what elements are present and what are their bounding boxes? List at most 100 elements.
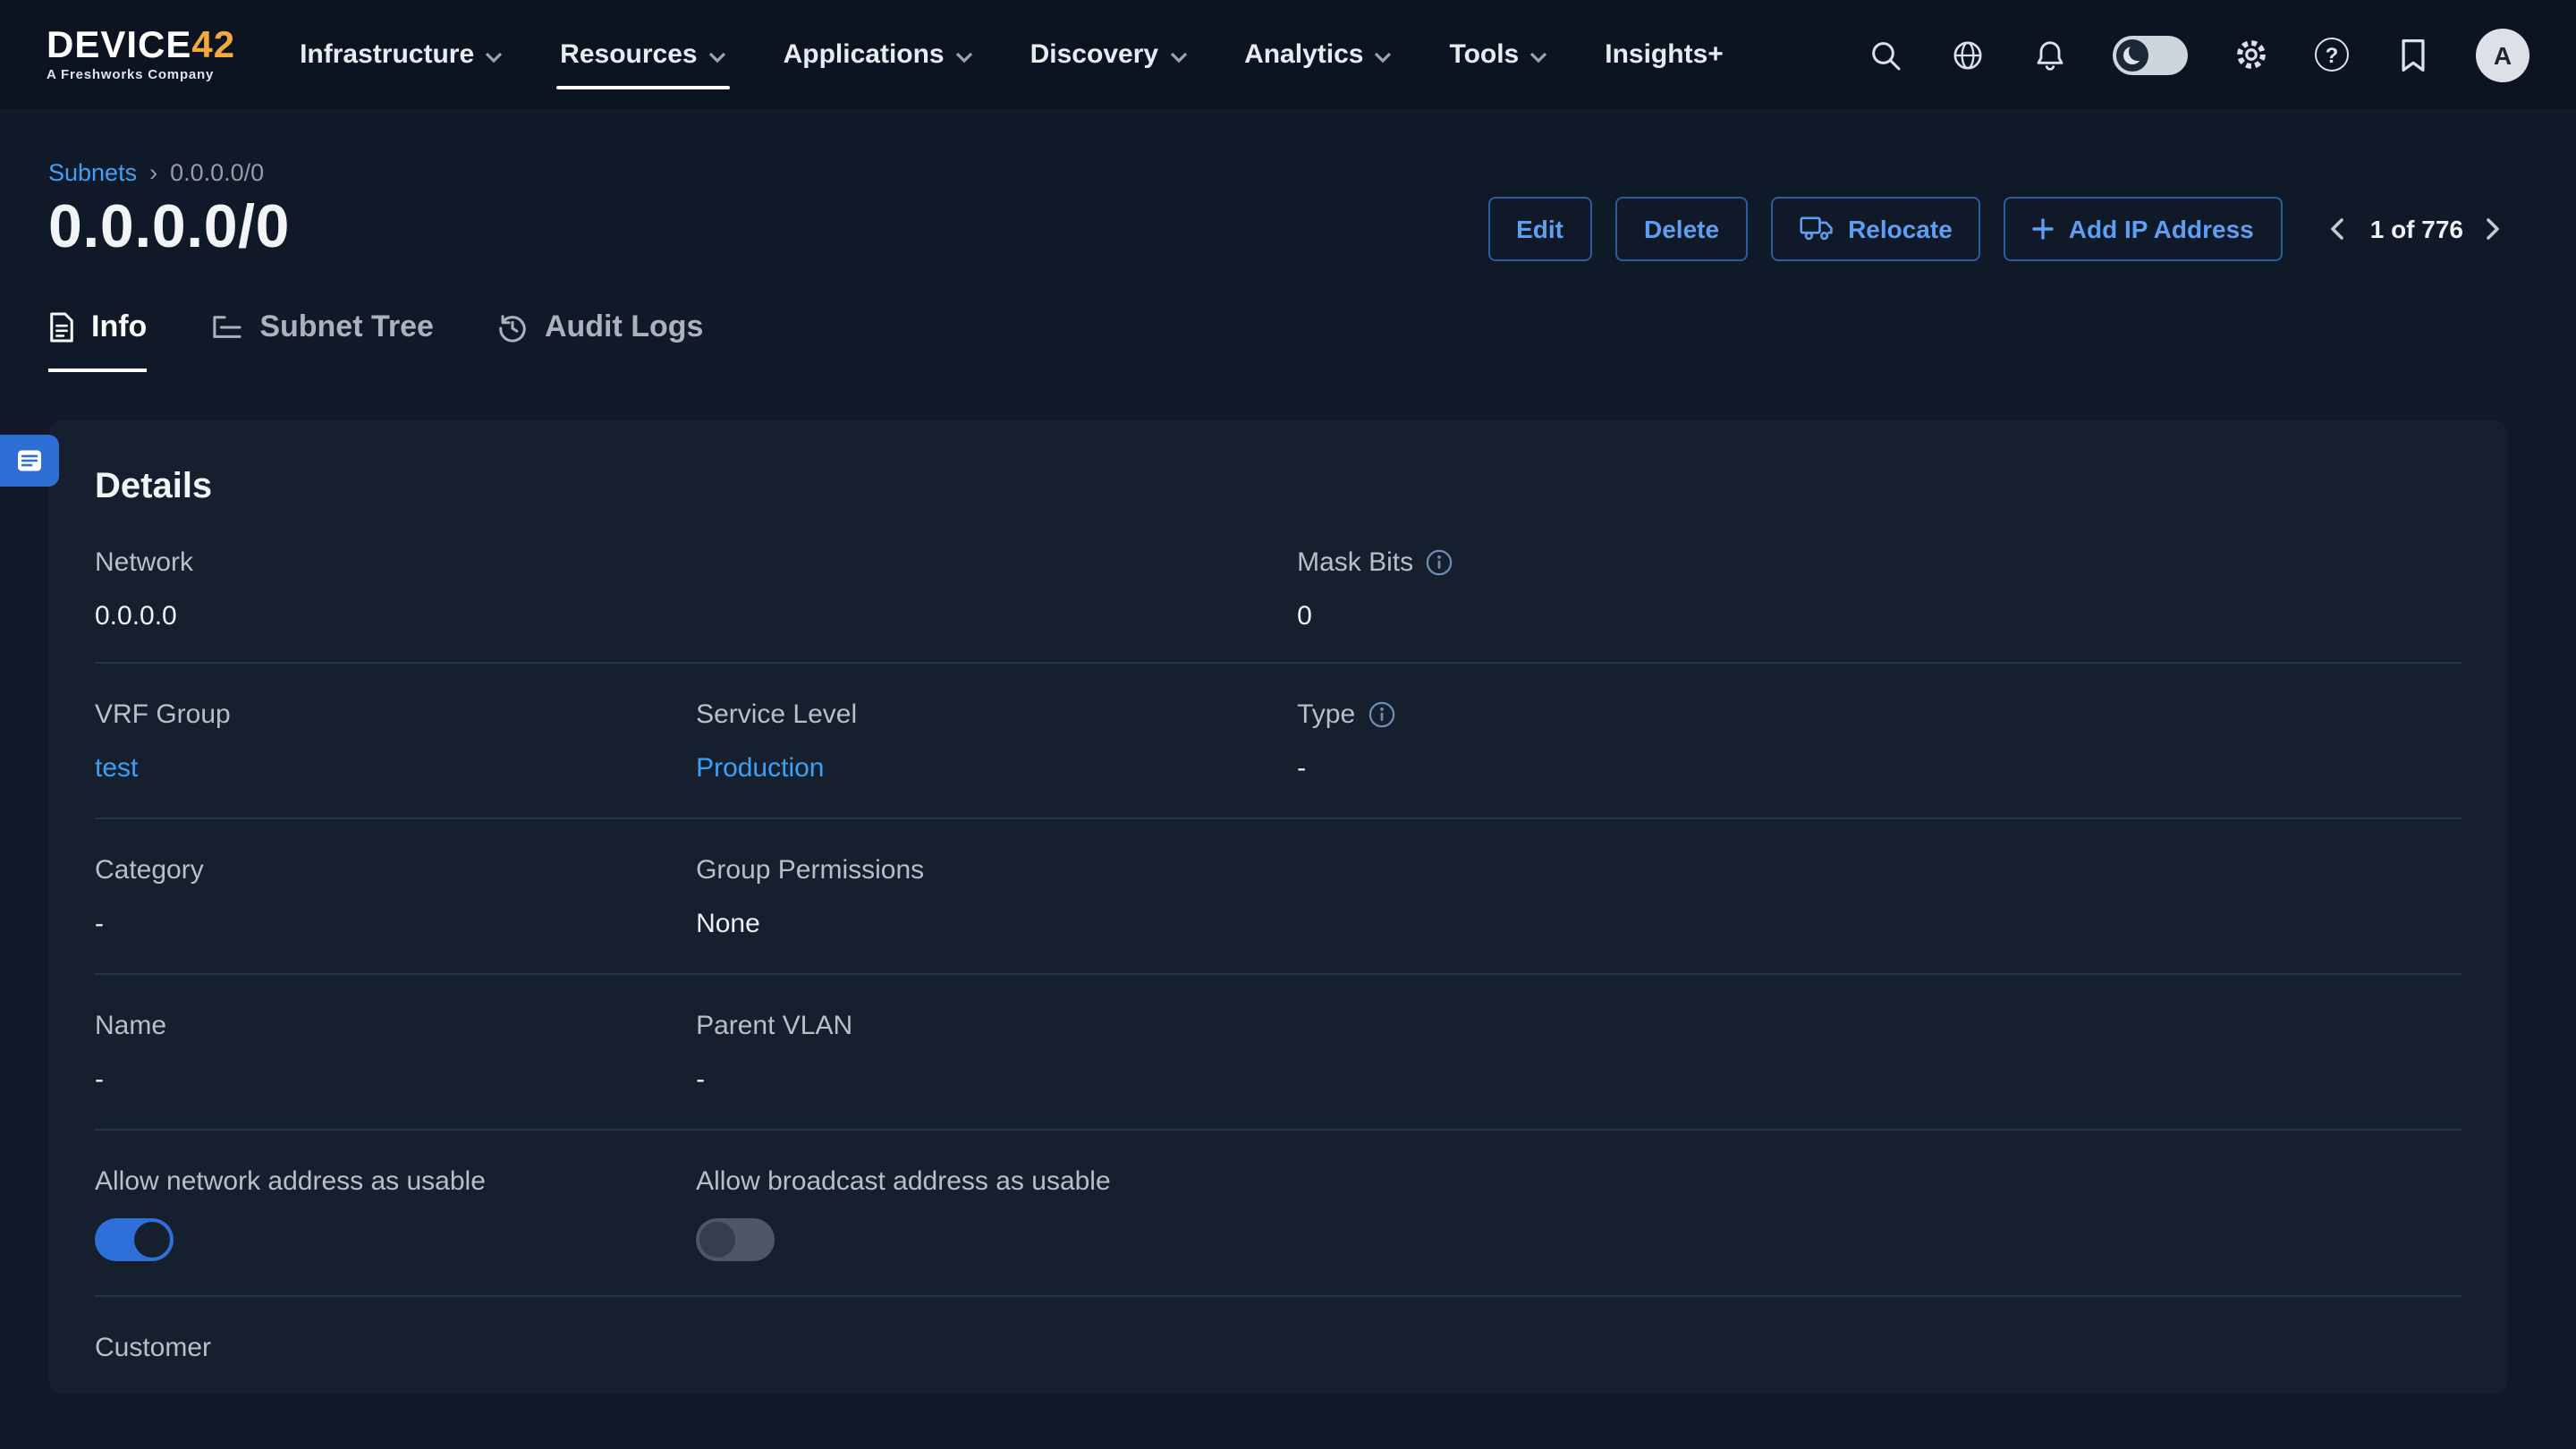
tab-audit-logs-label: Audit Logs — [545, 309, 704, 345]
field-label: Name — [95, 1011, 696, 1041]
nav-label: Resources — [560, 39, 697, 70]
field-value: - — [1297, 753, 2462, 784]
chevron-right-icon[interactable] — [2479, 214, 2508, 242]
field-value: - — [95, 1064, 696, 1095]
detail-tabs: Info Subnet Tree Audit Logs — [48, 309, 2508, 372]
field-value: 0.0.0.0 — [95, 601, 696, 631]
field-parent-vlan: Parent VLAN - — [696, 1011, 1297, 1095]
bookmark-icon[interactable] — [2394, 36, 2431, 73]
tab-subnet-tree[interactable]: Subnet Tree — [211, 309, 434, 372]
field-allow-broadcast: Allow broadcast address as usable — [696, 1166, 1297, 1261]
details-row-vrf: VRF Group test Service Level Production … — [95, 664, 2462, 819]
field-label: Allow network address as usable — [95, 1166, 696, 1197]
chevron-down-icon — [1530, 51, 1547, 62]
vrf-group-link[interactable]: test — [95, 753, 696, 784]
page-actions: Edit Delete Relocate Add IP Address 1 of… — [1487, 196, 2508, 260]
field-label: Parent VLAN — [696, 1011, 1297, 1041]
add-ip-label: Add IP Address — [2069, 214, 2254, 242]
info-icon[interactable] — [1426, 549, 1453, 576]
plus-icon — [2033, 217, 2055, 239]
nav-label: Tools — [1449, 39, 1519, 70]
details-row-name: Name - Parent VLAN - — [95, 975, 2462, 1131]
relocate-label: Relocate — [1848, 214, 1953, 242]
pager-label: 1 of 776 — [2370, 214, 2463, 242]
chevron-down-icon — [1169, 51, 1187, 62]
nav-label: Discovery — [1030, 39, 1158, 70]
toggle-knob — [699, 1222, 735, 1258]
nav-label: Infrastructure — [300, 39, 474, 70]
moon-icon — [2123, 46, 2141, 64]
delete-button[interactable]: Delete — [1615, 196, 1748, 260]
field-label: Mask Bits — [1297, 547, 2462, 578]
top-nav-bar: DEVICE42 A Freshworks Company Infrastruc… — [0, 0, 2576, 109]
add-ip-address-button[interactable]: Add IP Address — [2004, 196, 2283, 260]
field-customer: Customer — [95, 1333, 696, 1363]
tree-list-icon — [211, 313, 243, 342]
chevron-down-icon — [485, 51, 503, 62]
tab-audit-logs[interactable]: Audit Logs — [498, 309, 704, 372]
page-title: 0.0.0.0/0 — [48, 193, 290, 263]
field-service-level: Service Level Production — [696, 699, 1297, 784]
nav-insights[interactable]: Insights+ — [1605, 0, 1724, 109]
details-row-category: Category - Group Permissions None — [95, 819, 2462, 975]
field-mask-bits: Mask Bits 0 — [1297, 547, 2462, 631]
main-nav: Infrastructure Resources Applications Di… — [300, 0, 1724, 109]
nav-applications[interactable]: Applications — [784, 0, 973, 109]
field-label: VRF Group — [95, 699, 696, 730]
nav-infrastructure[interactable]: Infrastructure — [300, 0, 503, 109]
nav-analytics[interactable]: Analytics — [1244, 0, 1392, 109]
details-heading: Details — [95, 467, 2462, 508]
avatar-initial: A — [2494, 40, 2512, 69]
info-icon[interactable] — [1368, 701, 1394, 728]
app-logo[interactable]: DEVICE42 A Freshworks Company — [47, 28, 235, 82]
field-label: Group Permissions — [696, 855, 1297, 886]
chevron-down-icon — [955, 51, 973, 62]
breadcrumb-separator: › — [149, 159, 157, 186]
field-category: Category - — [95, 855, 696, 939]
field-group-permissions: Group Permissions None — [696, 855, 1297, 939]
theme-toggle-knob — [2116, 38, 2148, 71]
field-value: 0 — [1297, 601, 2462, 631]
nav-resources[interactable]: Resources — [560, 0, 725, 109]
nav-tools[interactable]: Tools — [1449, 0, 1547, 109]
header-icon-group: ? A — [1866, 28, 2529, 81]
edit-button[interactable]: Edit — [1487, 196, 1592, 260]
service-level-link[interactable]: Production — [696, 753, 1297, 784]
brand-subtitle: A Freshworks Company — [47, 69, 235, 82]
record-pager: 1 of 776 — [2326, 214, 2508, 242]
bell-icon[interactable] — [2030, 36, 2068, 73]
tab-info[interactable]: Info — [48, 309, 147, 372]
breadcrumb: Subnets › 0.0.0.0/0 — [48, 159, 2508, 186]
gear-icon[interactable] — [2233, 36, 2270, 73]
side-panel-toggle[interactable] — [0, 435, 59, 487]
history-clock-icon — [498, 312, 529, 343]
avatar[interactable]: A — [2476, 28, 2529, 81]
brand-accent: 42 — [191, 26, 235, 67]
field-value: - — [696, 1064, 1297, 1095]
breadcrumb-subnets-link[interactable]: Subnets — [48, 159, 137, 186]
field-type: Type - — [1297, 699, 2462, 784]
relocate-button[interactable]: Relocate — [1771, 196, 1981, 260]
nav-discovery[interactable]: Discovery — [1030, 0, 1187, 109]
field-value: - — [95, 909, 696, 939]
tab-info-label: Info — [91, 309, 147, 345]
help-glyph: ? — [2326, 42, 2339, 67]
brand-name: DEVICE42 — [47, 28, 235, 65]
truck-icon — [1800, 215, 1834, 242]
search-icon[interactable] — [1866, 36, 1903, 73]
globe-icon[interactable] — [1948, 36, 1986, 73]
chevron-down-icon — [1374, 51, 1392, 62]
edit-label: Edit — [1516, 214, 1563, 242]
chevron-left-icon[interactable] — [2326, 214, 2354, 242]
nav-label: Analytics — [1244, 39, 1363, 70]
allow-broadcast-toggle[interactable] — [696, 1218, 775, 1261]
delete-label: Delete — [1644, 214, 1719, 242]
allow-network-toggle[interactable] — [95, 1218, 174, 1261]
field-label: Network — [95, 547, 696, 578]
toggle-knob — [134, 1222, 170, 1258]
theme-toggle[interactable] — [2113, 35, 2188, 74]
document-icon — [48, 311, 75, 343]
field-label: Type — [1297, 699, 2462, 730]
field-name: Name - — [95, 1011, 696, 1095]
help-icon[interactable]: ? — [2315, 38, 2349, 72]
